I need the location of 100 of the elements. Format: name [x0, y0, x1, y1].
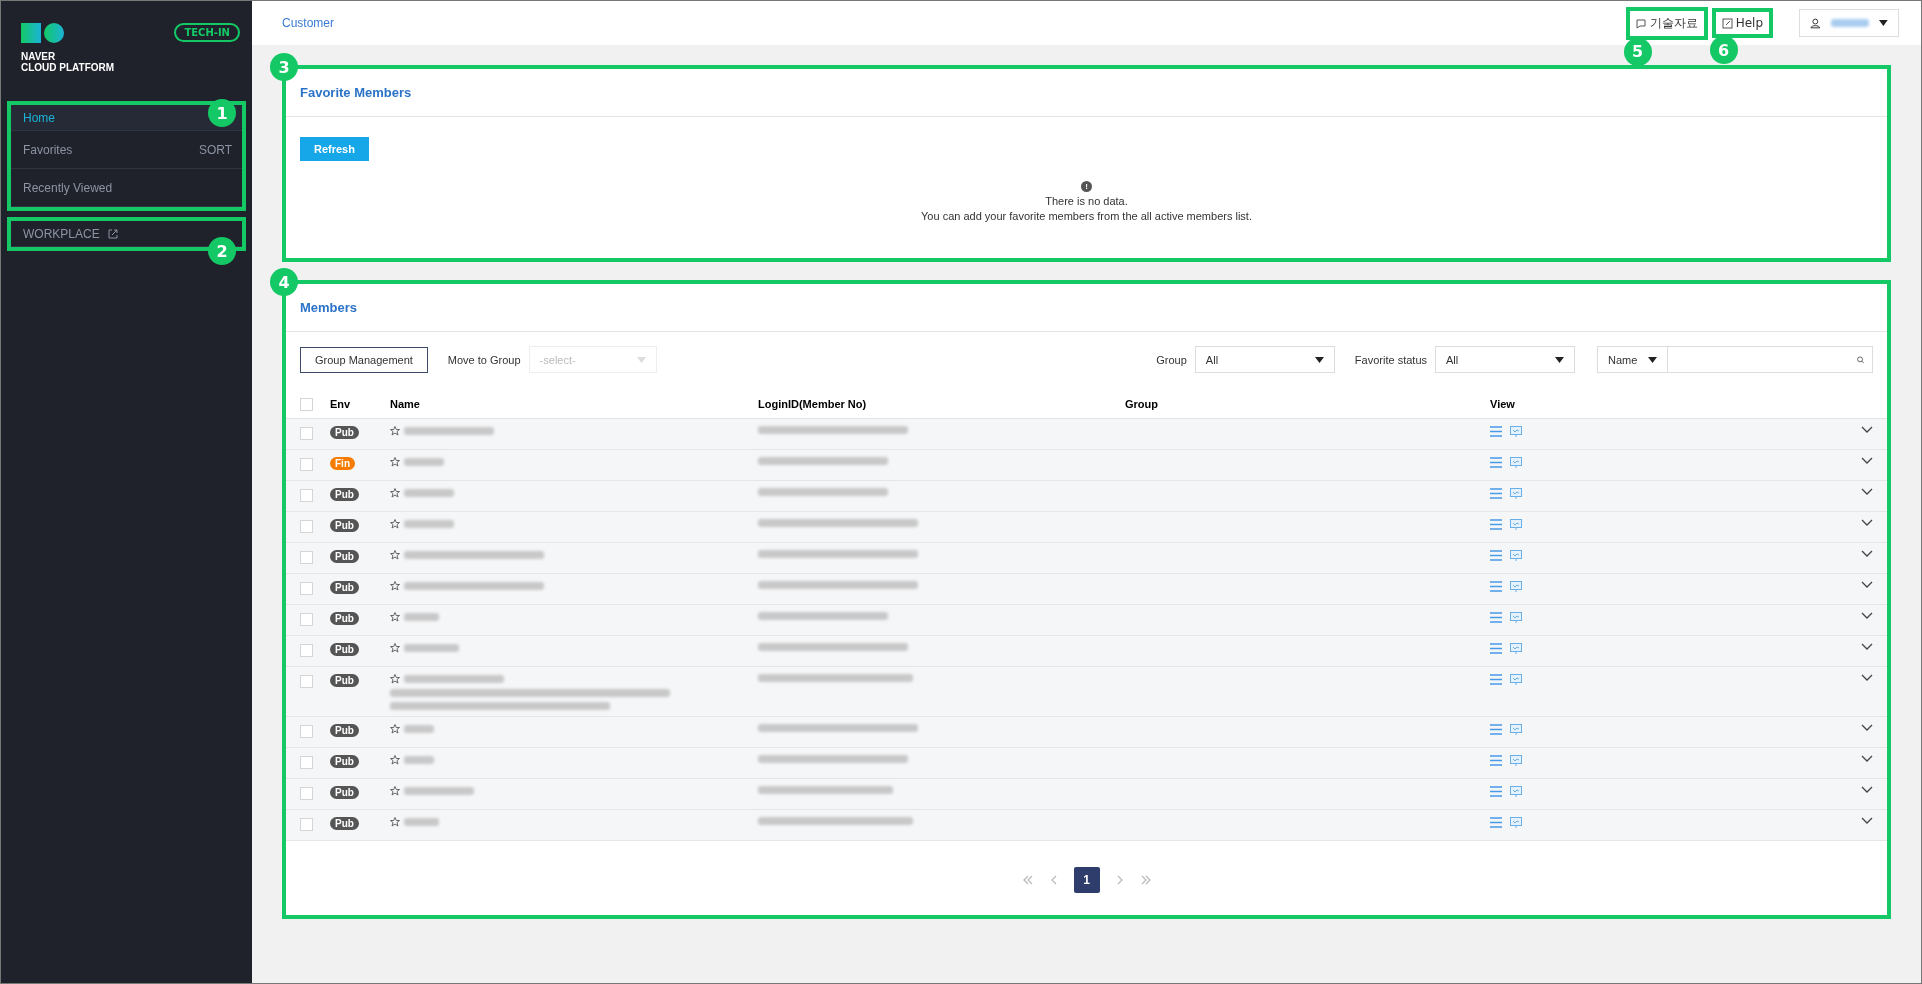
monitor-icon[interactable]	[1510, 426, 1522, 437]
monitor-icon[interactable]	[1510, 457, 1522, 468]
monitor-icon[interactable]	[1510, 755, 1522, 766]
row-checkbox[interactable]	[300, 613, 313, 626]
monitor-icon[interactable]	[1510, 786, 1522, 797]
env-badge: Pub	[330, 724, 359, 737]
monitor-icon[interactable]	[1510, 817, 1522, 828]
row-checkbox[interactable]	[300, 756, 313, 769]
chevron-down-icon[interactable]	[1861, 786, 1873, 793]
group-label: Group	[1156, 353, 1187, 366]
chevron-down-icon[interactable]	[1861, 457, 1873, 464]
favorite-status-select[interactable]: All	[1435, 346, 1575, 373]
select-all-checkbox[interactable]	[300, 397, 313, 411]
monitor-icon[interactable]	[1510, 724, 1522, 735]
monitor-icon[interactable]	[1510, 581, 1522, 592]
annotation-badge: 6	[1709, 36, 1738, 64]
row-checkbox[interactable]	[300, 427, 313, 440]
empty-message: You can add your favorite members from the all active members list.	[921, 210, 1252, 222]
star-icon[interactable]	[390, 457, 400, 467]
list-icon[interactable]	[1490, 519, 1502, 530]
search-field[interactable]: Name	[1597, 346, 1873, 373]
row-checkbox[interactable]	[300, 818, 313, 831]
star-icon[interactable]	[390, 581, 400, 591]
star-icon[interactable]	[390, 426, 400, 436]
list-icon[interactable]	[1490, 426, 1502, 437]
list-icon[interactable]	[1490, 457, 1502, 468]
caret-icon	[1879, 20, 1888, 26]
env-badge: Pub	[330, 519, 359, 532]
user-menu-button[interactable]	[1799, 9, 1899, 37]
document-icon	[1635, 17, 1647, 29]
star-icon[interactable]	[390, 488, 400, 498]
chevron-down-icon[interactable]	[1861, 488, 1873, 495]
monitor-icon[interactable]	[1510, 612, 1522, 623]
favorite-status-label: Favorite status	[1354, 353, 1427, 366]
row-checkbox[interactable]	[300, 582, 313, 595]
group-select[interactable]: All	[1194, 346, 1335, 373]
star-icon[interactable]	[390, 786, 400, 796]
list-icon[interactable]	[1490, 643, 1502, 654]
env-badge: Fin	[330, 457, 355, 470]
row-checkbox[interactable]	[300, 675, 313, 688]
list-icon[interactable]	[1490, 674, 1502, 685]
caret-icon	[636, 356, 646, 363]
row-checkbox[interactable]	[300, 787, 313, 800]
row-checkbox[interactable]	[300, 520, 313, 533]
chevron-down-icon[interactable]	[1861, 612, 1873, 619]
logo-icon	[21, 23, 65, 45]
monitor-icon[interactable]	[1510, 488, 1522, 499]
group-management-button[interactable]: Group Management	[300, 346, 428, 373]
list-icon[interactable]	[1490, 817, 1502, 828]
first-page-icon[interactable]	[1021, 874, 1034, 886]
breadcrumb-link[interactable]: Customer	[282, 16, 334, 30]
row-checkbox[interactable]	[300, 551, 313, 564]
nav-item[interactable]: Favorites SORT	[11, 131, 242, 169]
row-checkbox[interactable]	[300, 725, 313, 738]
list-icon[interactable]	[1490, 724, 1502, 735]
star-icon[interactable]	[390, 817, 400, 827]
star-icon[interactable]	[390, 674, 400, 684]
env-badge: Pub	[330, 755, 359, 768]
nav-item[interactable]: Recently Viewed	[11, 169, 242, 207]
list-icon[interactable]	[1490, 581, 1502, 592]
chevron-down-icon[interactable]	[1861, 724, 1873, 731]
chevron-down-icon[interactable]	[1861, 643, 1873, 650]
chevron-down-icon[interactable]	[1861, 519, 1873, 526]
monitor-icon[interactable]	[1510, 674, 1522, 685]
chevron-down-icon[interactable]	[1861, 426, 1873, 433]
monitor-icon[interactable]	[1510, 550, 1522, 561]
star-icon[interactable]	[390, 519, 400, 529]
page-button[interactable]: 1	[1073, 867, 1100, 893]
chevron-down-icon[interactable]	[1861, 674, 1873, 681]
monitor-icon[interactable]	[1510, 643, 1522, 654]
last-page-icon[interactable]	[1139, 874, 1152, 886]
column-header: View	[1490, 397, 1516, 410]
annotation-badge: 5	[1623, 37, 1652, 66]
tech-in-badge: TECH-IN	[174, 23, 240, 42]
star-icon[interactable]	[390, 550, 400, 560]
row-checkbox[interactable]	[300, 458, 313, 471]
star-icon[interactable]	[390, 755, 400, 765]
monitor-icon[interactable]	[1510, 519, 1522, 530]
star-icon[interactable]	[390, 612, 400, 622]
list-icon[interactable]	[1490, 488, 1502, 499]
row-checkbox[interactable]	[300, 644, 313, 657]
column-header: Group	[1125, 397, 1159, 410]
edit-icon	[1721, 17, 1733, 29]
list-icon[interactable]	[1490, 755, 1502, 766]
chevron-down-icon[interactable]	[1861, 550, 1873, 557]
list-icon[interactable]	[1490, 550, 1502, 561]
column-header: Name	[390, 397, 421, 410]
list-icon[interactable]	[1490, 612, 1502, 623]
list-icon[interactable]	[1490, 786, 1502, 797]
sort-link[interactable]: SORT	[198, 142, 232, 157]
row-checkbox[interactable]	[300, 489, 313, 502]
chevron-down-icon[interactable]	[1861, 755, 1873, 762]
star-icon[interactable]	[390, 643, 400, 653]
blurred-name	[404, 644, 459, 652]
annotation-badge: 2	[208, 237, 236, 265]
chevron-down-icon[interactable]	[1861, 817, 1873, 824]
star-icon[interactable]	[390, 724, 400, 734]
search-type-select[interactable]: Name	[1598, 347, 1668, 372]
empty-title: There is no data.	[1045, 195, 1128, 207]
chevron-down-icon[interactable]	[1861, 581, 1873, 588]
